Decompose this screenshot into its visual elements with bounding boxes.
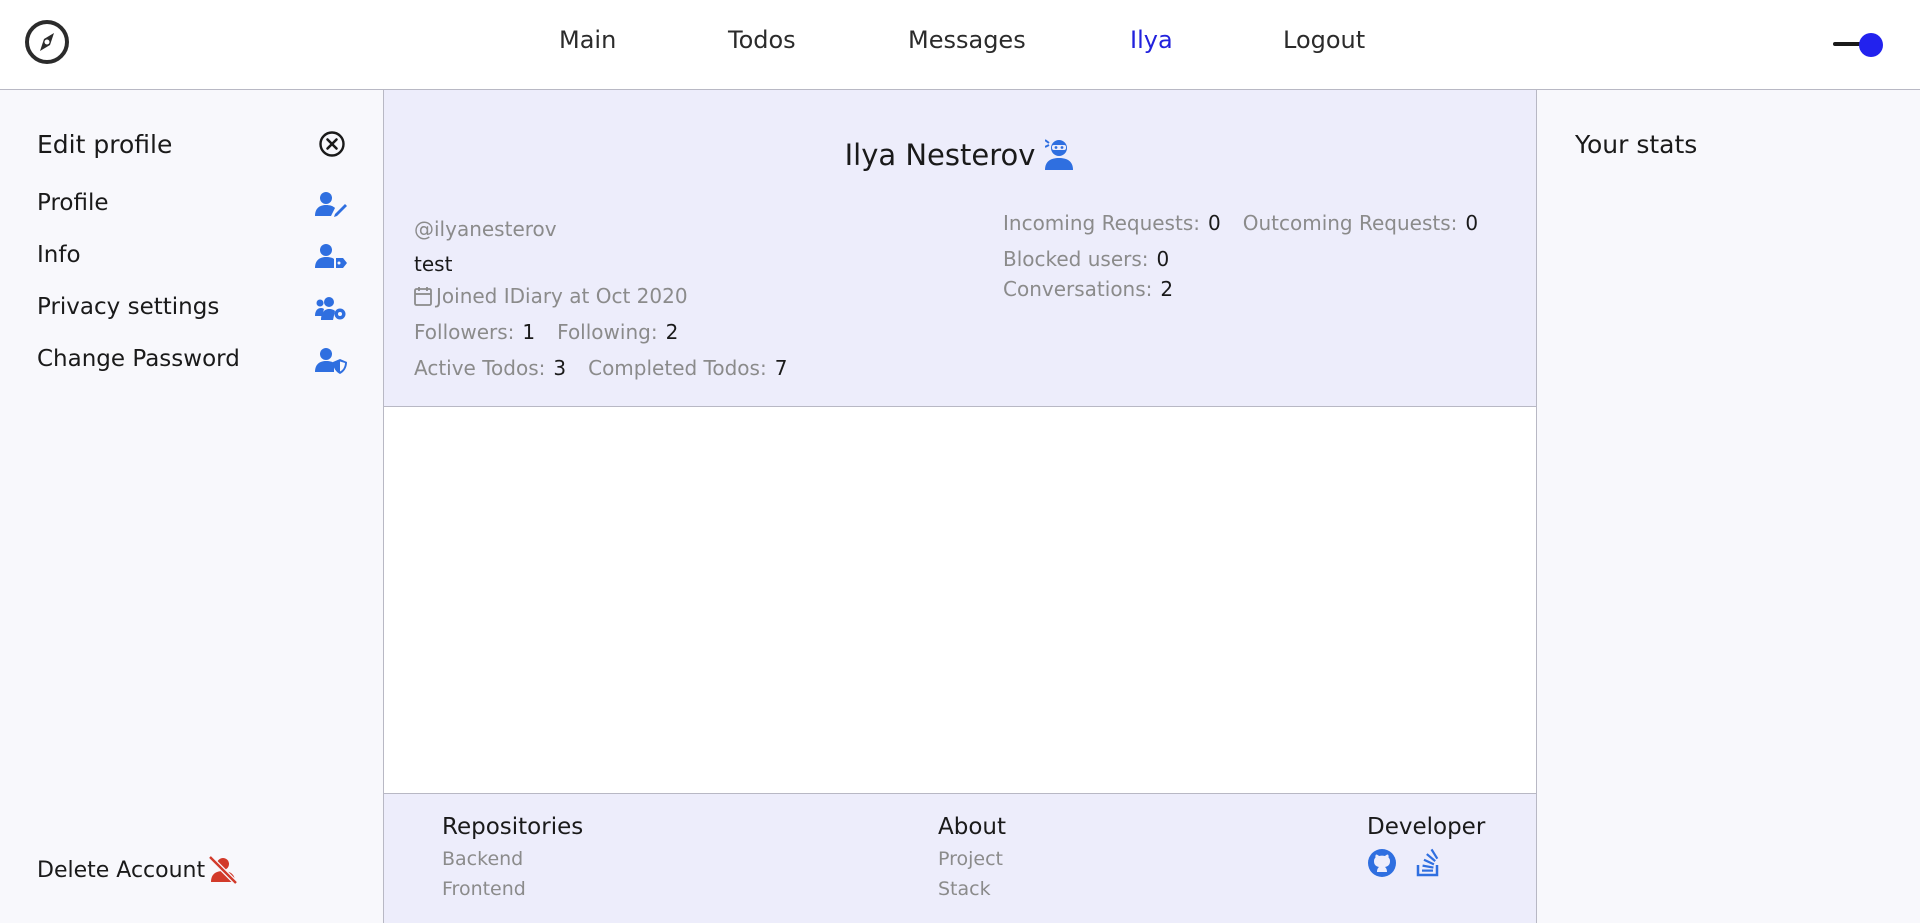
- footer-repositories-title: Repositories: [442, 814, 584, 840]
- delete-account-label: Delete Account: [37, 858, 206, 883]
- followers-label: Followers:: [414, 320, 515, 344]
- username: @ilyanesterov: [414, 217, 557, 241]
- close-icon[interactable]: [318, 130, 346, 158]
- theme-toggle[interactable]: [1830, 30, 1890, 58]
- stack-link[interactable]: Stack: [938, 878, 1006, 900]
- completed-todos-count: 7: [774, 356, 788, 380]
- profile-name-row: Ilya Nesterov: [384, 138, 1536, 172]
- main-content: Ilya Nesterov @ilyanesterov test Joined …: [384, 90, 1536, 923]
- sidebar-item-privacy-settings[interactable]: Privacy settings: [37, 288, 347, 328]
- sidebar-item-label: Privacy settings: [37, 294, 220, 320]
- conversations-label: Conversations:: [1003, 277, 1153, 301]
- stackoverflow-icon[interactable]: [1413, 848, 1443, 878]
- sidebar-item-label: Profile: [37, 190, 109, 216]
- profile-username: @ilyanesterov: [414, 217, 557, 241]
- top-navbar: Main Todos Messages Ilya Logout: [0, 0, 1920, 90]
- profile-conversations: Conversations: 2: [1003, 277, 1173, 301]
- followers-count[interactable]: 1: [522, 320, 535, 344]
- sidebar-item-change-password[interactable]: Change Password: [37, 340, 347, 380]
- nav-todos[interactable]: Todos: [728, 26, 796, 54]
- nav-main[interactable]: Main: [559, 26, 616, 54]
- footer-developer-title: Developer: [1367, 814, 1486, 840]
- user-edit-icon: [315, 192, 347, 217]
- calendar-icon: [414, 287, 432, 306]
- profile-requests: Incoming Requests: 0 Outcoming Requests: 0: [1003, 211, 1478, 235]
- sidebar-item-label: Info: [37, 242, 81, 268]
- joined-date: Joined IDiary at Oct 2020: [436, 284, 688, 308]
- profile-todo-stats: Active Todos: 3 Completed Todos: 7: [414, 356, 787, 380]
- footer: Repositories Backend Frontend About Proj…: [384, 793, 1536, 923]
- footer-developer: Developer: [1367, 814, 1485, 878]
- user-slash-icon: [208, 855, 238, 885]
- active-todos-count: 3: [553, 356, 567, 380]
- profile-card: Ilya Nesterov @ilyanesterov test Joined …: [384, 90, 1536, 407]
- conversations-count[interactable]: 2: [1160, 277, 1173, 301]
- delete-account-button[interactable]: Delete Account: [37, 852, 257, 892]
- backend-link[interactable]: Backend: [442, 848, 583, 870]
- footer-about: About Project Stack: [938, 814, 1006, 908]
- frontend-link[interactable]: Frontend: [442, 878, 583, 900]
- toggle-knob: [1859, 33, 1883, 57]
- stats-sidebar: Your stats: [1536, 90, 1920, 923]
- nav-profile[interactable]: Ilya: [1130, 26, 1173, 54]
- sidebar-item-label: Change Password: [37, 346, 240, 372]
- users-cog-icon: [315, 297, 346, 320]
- user-shield-icon: [315, 348, 347, 374]
- stats-title: Your stats: [1575, 130, 1698, 159]
- edit-profile-sidebar: Edit profile Profile Info Privacy settin…: [0, 90, 384, 923]
- incoming-requests-label: Incoming Requests:: [1003, 211, 1200, 235]
- active-todos-label: Active Todos:: [414, 356, 546, 380]
- sidebar-item-info[interactable]: Info: [37, 236, 347, 276]
- nav-messages[interactable]: Messages: [908, 26, 1026, 54]
- developer-icons: [1367, 848, 1485, 878]
- following-count[interactable]: 2: [666, 320, 679, 344]
- sidebar-item-profile[interactable]: Profile: [37, 184, 347, 224]
- incoming-requests-count[interactable]: 0: [1208, 211, 1221, 235]
- profile-name: Ilya Nesterov: [844, 138, 1036, 172]
- blocked-users-count[interactable]: 0: [1157, 247, 1170, 271]
- profile-joined: Joined IDiary at Oct 2020: [414, 284, 688, 308]
- user-ninja-icon: [1045, 139, 1074, 170]
- compass-logo-icon[interactable]: [23, 18, 71, 66]
- completed-todos-label: Completed Todos:: [588, 356, 767, 380]
- footer-about-title: About: [938, 814, 1007, 840]
- outcoming-requests-label: Outcoming Requests:: [1242, 211, 1458, 235]
- profile-blocked: Blocked users: 0: [1003, 247, 1169, 271]
- blocked-users-label: Blocked users:: [1003, 247, 1149, 271]
- footer-repositories: Repositories Backend Frontend: [442, 814, 583, 908]
- profile-follow-stats: Followers: 1 Following: 2: [414, 320, 678, 344]
- project-link[interactable]: Project: [938, 848, 1006, 870]
- user-tag-icon: [315, 244, 347, 268]
- profile-bio: test: [414, 252, 452, 276]
- github-icon[interactable]: [1367, 848, 1397, 878]
- nav-logout[interactable]: Logout: [1283, 26, 1365, 54]
- sidebar-title: Edit profile: [37, 130, 173, 159]
- bio: test: [414, 252, 453, 276]
- following-label: Following:: [557, 320, 658, 344]
- outcoming-requests-count[interactable]: 0: [1465, 211, 1478, 235]
